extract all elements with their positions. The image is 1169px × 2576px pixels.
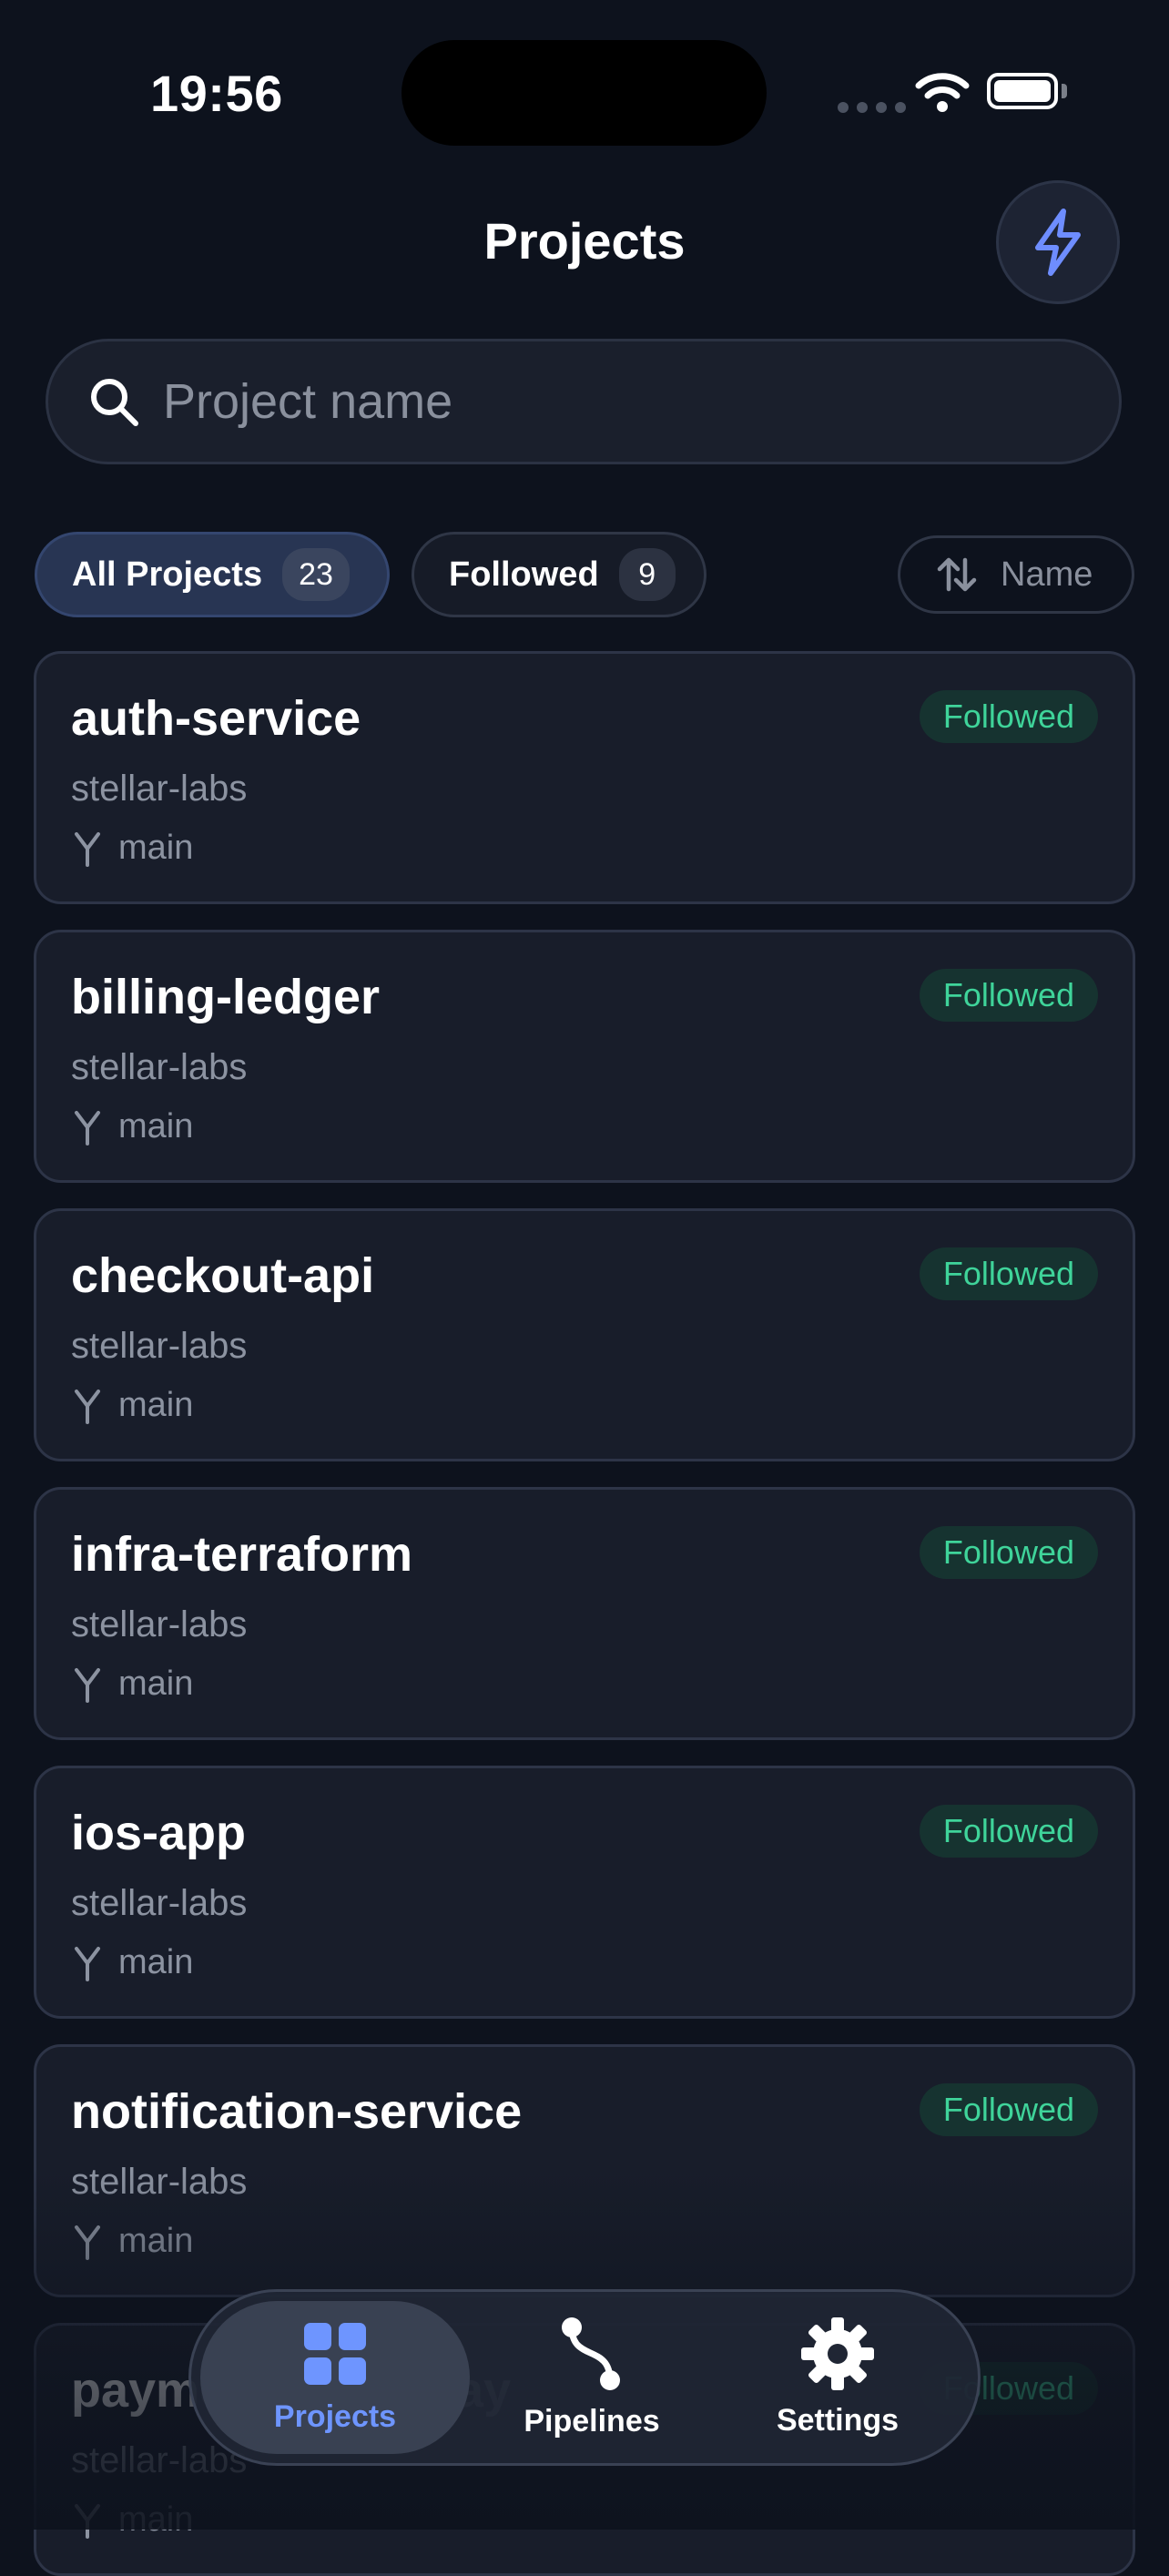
quick-action-button[interactable]	[996, 180, 1120, 304]
branch-name: main	[118, 2500, 194, 2539]
branch-icon	[75, 1667, 100, 1703]
filter-all-label: All Projects	[72, 555, 263, 594]
tab-pipelines[interactable]: Pipelines	[483, 2301, 701, 2454]
branch-name: main	[118, 829, 194, 867]
page-title: Projects	[483, 212, 686, 270]
branch-icon	[75, 1110, 100, 1145]
project-branch: main	[71, 1107, 193, 1146]
branch-icon	[75, 1389, 100, 1424]
followed-badge: Followed	[919, 2083, 1098, 2136]
wifi-icon	[915, 73, 970, 112]
project-name: auth-service	[71, 691, 361, 746]
branch-icon	[75, 1946, 100, 1981]
tab-pipelines-label: Pipelines	[524, 2403, 660, 2439]
branch-icon	[75, 2225, 100, 2260]
filter-followed-count: 9	[618, 548, 676, 601]
project-org: stellar-labs	[71, 1047, 248, 1087]
search-bar[interactable]	[46, 339, 1122, 464]
branch-name: main	[118, 1107, 194, 1145]
filter-all-count: 23	[282, 548, 350, 601]
project-card[interactable]: checkout-api Followed stellar-labs main	[34, 1208, 1135, 1461]
project-org: stellar-labs	[71, 1883, 248, 1923]
pipeline-icon	[562, 2316, 620, 2390]
project-org: stellar-labs	[71, 2162, 248, 2202]
followed-badge: Followed	[919, 1247, 1098, 1300]
dynamic-island	[402, 40, 767, 146]
project-branch: main	[71, 829, 193, 868]
tab-projects[interactable]: Projects	[200, 2301, 470, 2454]
project-name: checkout-api	[71, 1248, 375, 1303]
branch-name: main	[118, 2222, 194, 2260]
project-card[interactable]: auth-service Followed stellar-labs main	[34, 651, 1135, 904]
project-card[interactable]: ios-app Followed stellar-labs main	[34, 1766, 1135, 2019]
sort-button[interactable]: Name	[898, 535, 1134, 614]
tab-bar: Projects Pipelines Settings	[188, 2289, 981, 2466]
project-org: stellar-labs	[71, 1326, 248, 1366]
tab-settings[interactable]: Settings	[728, 2301, 947, 2454]
sort-label: Name	[1001, 555, 1093, 594]
branch-icon	[75, 2503, 100, 2539]
project-branch: main	[71, 1665, 193, 1704]
search-input[interactable]	[161, 372, 984, 431]
project-name: infra-terraform	[71, 1527, 413, 1582]
battery-cap	[1062, 84, 1067, 98]
branch-name: main	[118, 1665, 194, 1703]
branch-icon	[75, 831, 100, 867]
project-org: stellar-labs	[71, 2440, 248, 2480]
project-name: notification-service	[71, 2084, 523, 2139]
project-org: stellar-labs	[71, 1604, 248, 1644]
battery-icon	[987, 73, 1058, 109]
gear-icon	[801, 2316, 874, 2390]
tab-projects-label: Projects	[273, 2398, 397, 2434]
project-branch: main	[71, 1943, 193, 1982]
followed-badge: Followed	[919, 1805, 1098, 1858]
followed-badge: Followed	[919, 1526, 1098, 1579]
filter-all-projects[interactable]: All Projects 23	[35, 532, 390, 617]
grid-icon	[304, 2322, 366, 2385]
sort-arrows-icon	[937, 557, 977, 592]
followed-badge: Followed	[919, 690, 1098, 743]
project-org: stellar-labs	[71, 769, 248, 809]
branch-name: main	[118, 1386, 194, 1424]
project-name: ios-app	[71, 1806, 247, 1860]
project-branch: main	[71, 2500, 193, 2540]
tab-settings-label: Settings	[776, 2402, 900, 2438]
filter-followed[interactable]: Followed 9	[412, 532, 706, 617]
branch-name: main	[118, 1943, 194, 1981]
filter-followed-label: Followed	[449, 555, 599, 594]
project-card[interactable]: notification-service Followed stellar-la…	[34, 2044, 1135, 2297]
followed-badge: Followed	[919, 969, 1098, 1022]
bolt-icon	[1035, 209, 1081, 276]
project-card[interactable]: infra-terraform Followed stellar-labs ma…	[34, 1487, 1135, 1740]
cellular-signal-icon	[838, 102, 906, 113]
status-time: 19:56	[150, 65, 283, 122]
project-card[interactable]: billing-ledger Followed stellar-labs mai…	[34, 930, 1135, 1183]
search-icon	[91, 379, 138, 426]
project-branch: main	[71, 1386, 193, 1425]
project-branch: main	[71, 2222, 193, 2261]
project-name: billing-ledger	[71, 970, 381, 1024]
